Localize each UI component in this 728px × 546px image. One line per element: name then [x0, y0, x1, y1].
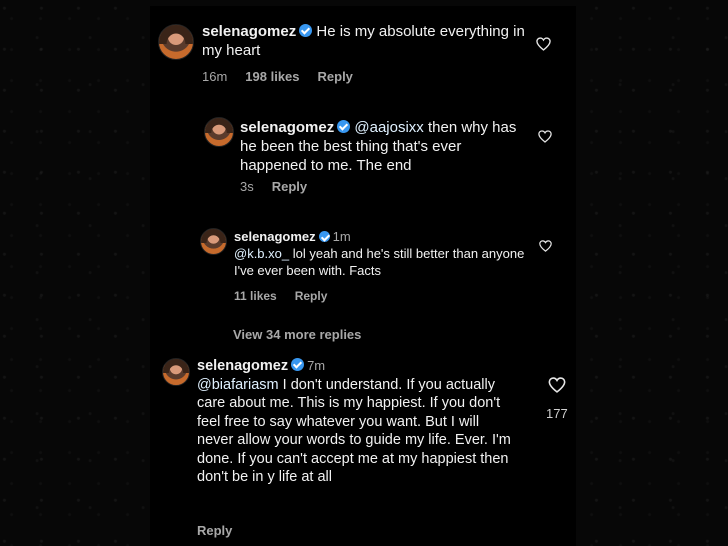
comment-text: selenagomez 1m @k.b.xo_ lol yeah and he's… [234, 228, 534, 279]
verified-badge-icon [299, 24, 313, 37]
verified-badge-icon [318, 231, 330, 242]
comment-time: 3s [240, 179, 254, 194]
avatar[interactable] [200, 228, 227, 255]
comment-meta: 3s Reply [240, 179, 325, 194]
mention-link[interactable]: @aajosixx [354, 119, 423, 136]
avatar[interactable] [158, 24, 194, 60]
reply-button[interactable]: Reply [318, 69, 353, 84]
username[interactable]: selenagomez [240, 119, 334, 136]
username[interactable]: selenagomez [202, 23, 296, 40]
like-count: 177 [546, 406, 568, 421]
heart-icon[interactable] [536, 37, 551, 51]
verified-badge-icon [291, 358, 305, 371]
comment-time: 16m [202, 69, 228, 84]
comment-meta: 16m 198 likes Reply [202, 69, 371, 84]
comment-text: selenagomez 7m @biafariasm I don't unders… [197, 357, 513, 487]
reply-button[interactable]: Reply [295, 289, 328, 303]
username[interactable]: selenagomez [234, 229, 316, 244]
comment-text: selenagomez @aajosixx then why has he be… [240, 118, 528, 175]
verified-badge-icon [337, 120, 351, 133]
view-more-replies-link[interactable]: View 34 more replies [233, 327, 361, 342]
comment-meta: 11 likes Reply [234, 289, 345, 303]
avatar[interactable] [162, 358, 190, 386]
username[interactable]: selenagomez [197, 358, 288, 374]
heart-icon[interactable] [539, 240, 552, 252]
reply-button[interactable]: Reply [197, 523, 232, 538]
mention-link[interactable]: @k.b.xo_ [234, 246, 289, 261]
comment-meta: Reply [197, 523, 250, 538]
avatar[interactable] [204, 117, 234, 147]
heart-icon[interactable] [538, 130, 552, 143]
comment-text: selenagomez He is my absolute everything… [202, 22, 532, 60]
reply-button[interactable]: Reply [272, 179, 307, 194]
likes-count[interactable]: 11 likes [234, 289, 277, 303]
likes-count[interactable]: 198 likes [245, 69, 299, 84]
comments-panel: selenagomez He is my absolute everything… [150, 6, 576, 546]
comment-time: 7m [307, 358, 326, 373]
mention-link[interactable]: @biafariasm [197, 377, 279, 393]
heart-icon[interactable] [548, 377, 566, 393]
comment-time: 1m [332, 229, 351, 244]
